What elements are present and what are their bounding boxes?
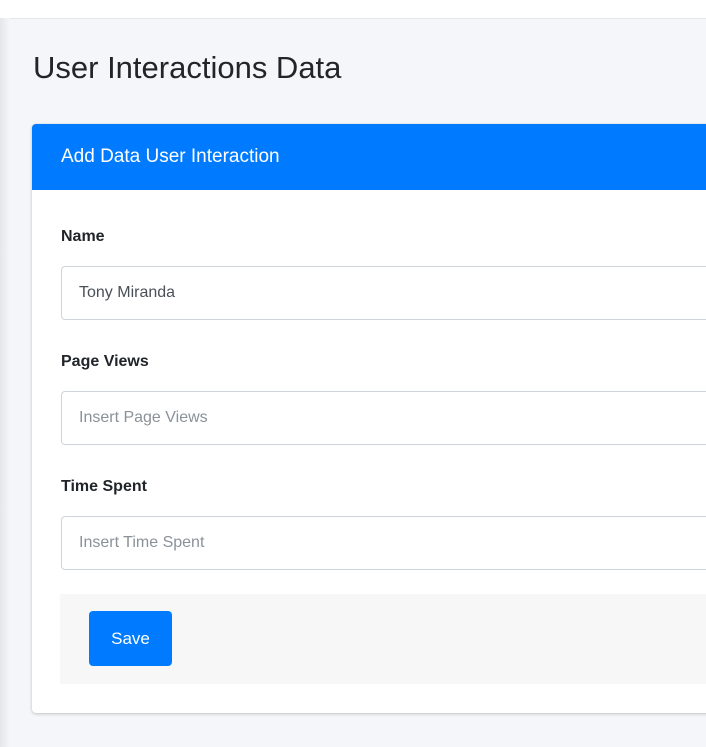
sidebar-edge [0, 18, 10, 747]
add-interaction-card: Add Data User Interaction Name Page View… [32, 124, 706, 713]
name-label: Name [61, 228, 105, 245]
card-footer: Save [60, 594, 706, 684]
page-views-input[interactable] [61, 391, 706, 445]
time-spent-input[interactable] [61, 516, 706, 570]
page: User Interactions Data Add Data User Int… [0, 0, 706, 747]
name-input[interactable] [61, 266, 706, 320]
time-spent-label: Time Spent [61, 478, 147, 495]
card-header: Add Data User Interaction [32, 124, 706, 190]
top-bar [0, 0, 706, 19]
card-title: Add Data User Interaction [61, 146, 280, 167]
save-button[interactable]: Save [89, 611, 172, 666]
page-views-label: Page Views [61, 353, 149, 370]
page-title: User Interactions Data [33, 50, 342, 85]
